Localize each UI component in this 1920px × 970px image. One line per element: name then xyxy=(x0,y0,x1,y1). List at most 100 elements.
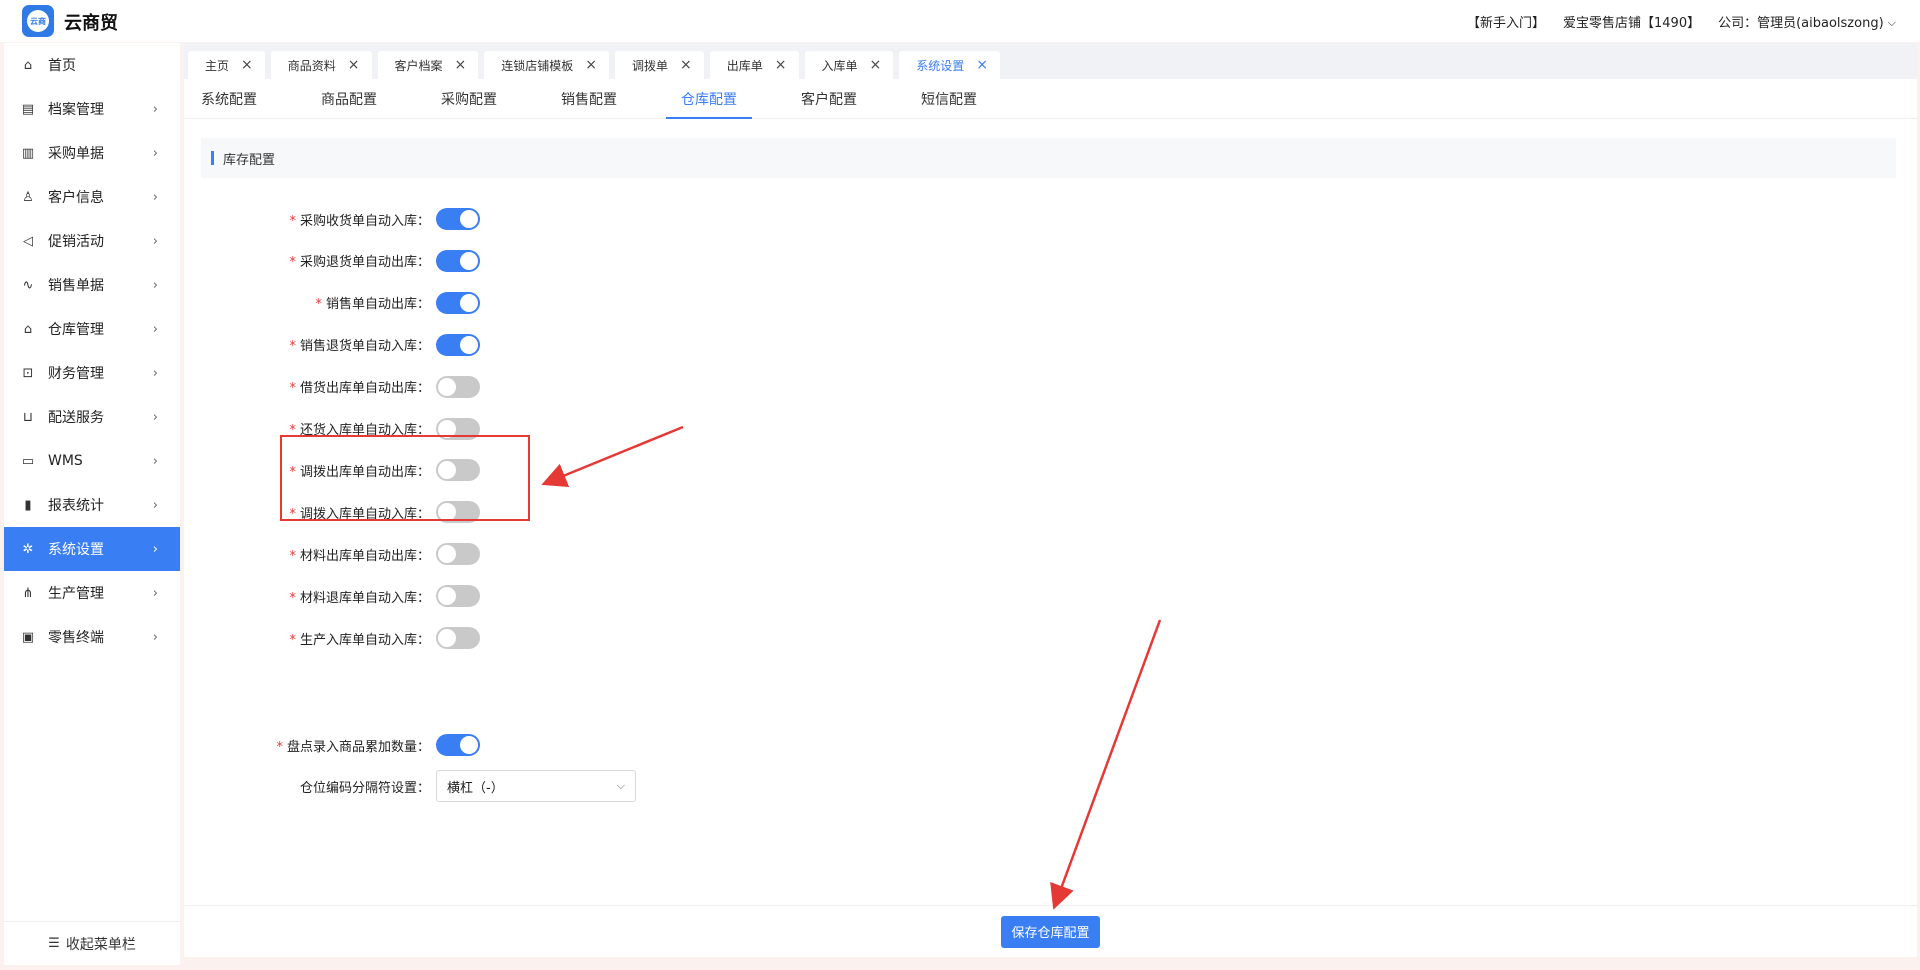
sidebar-item-4[interactable]: ◁ 促销活动 › xyxy=(4,219,180,263)
setting-toggle[interactable] xyxy=(436,249,480,272)
close-icon[interactable]: × xyxy=(680,57,692,73)
section-title: 库存配置 xyxy=(223,152,276,168)
app-logo: 云商 xyxy=(22,5,54,37)
setting-label-text: 采购退货单自动出库： xyxy=(299,255,430,271)
newbie-guide-link[interactable]: 【新手入门】 xyxy=(1467,12,1545,31)
sidebar-item-10[interactable]: ▮ 报表统计 › xyxy=(4,483,180,527)
finance-icon: ⊡ xyxy=(22,365,34,381)
config-subtab[interactable]: 短信配置 xyxy=(921,79,977,118)
setting-row: * 生产入库单自动入库： xyxy=(184,624,480,652)
required-asterisk: * xyxy=(289,632,296,648)
setting-row: * 借货出库单自动出库： xyxy=(184,373,480,401)
sidebar-item-3[interactable]: ♙ 客户信息 › xyxy=(4,175,180,219)
setting-toggle[interactable] xyxy=(436,208,480,230)
setting-toggle[interactable] xyxy=(436,585,480,608)
collapse-menu-label: 收起菜单栏 xyxy=(65,936,136,953)
close-icon[interactable]: × xyxy=(775,57,787,73)
page-tab-label: 出库单 xyxy=(726,58,763,73)
setting-label: * 材料出库单自动出库： xyxy=(184,545,436,564)
setting-label: * 采购收货单自动入库： xyxy=(184,210,436,229)
config-subtab[interactable]: 销售配置 xyxy=(561,79,617,118)
sidebar: ⌂ 首页 ▤ 档案管理 › ▥ 采购单据 › ♙ 客户信息 › ◁ 促销活动 › ∿ 销售单据 › ⌂ 仓库管理 › ⊡… xyxy=(4,43,180,965)
annotation-highlight-box xyxy=(280,435,530,521)
page-tab[interactable]: 连锁店铺模板 × xyxy=(484,51,609,79)
setting-label: * 销售退货单自动入库： xyxy=(184,335,436,354)
page-tab[interactable]: 客户档案 × xyxy=(377,51,479,79)
setting-label-text: 盘点录入商品累加数量： xyxy=(286,739,430,755)
chevron-right-icon: › xyxy=(152,145,158,161)
config-subtab[interactable]: 商品配置 xyxy=(321,79,377,118)
page-tab-label: 商品资料 xyxy=(287,58,336,73)
cart-icon: ⊔ xyxy=(22,409,34,425)
setting-label-text: 材料出库单自动出库： xyxy=(299,548,430,564)
bar-chart-icon: ▮ xyxy=(24,497,32,513)
megaphone-icon: ◁ xyxy=(23,233,33,249)
gear-icon: ✲ xyxy=(22,541,34,557)
setting-toggle[interactable] xyxy=(436,375,480,398)
config-subtab[interactable]: 客户配置 xyxy=(801,79,857,118)
setting-label: * 借货出库单自动出库： xyxy=(184,377,436,396)
archive-icon: ▤ xyxy=(21,101,35,117)
close-icon[interactable]: × xyxy=(241,57,253,73)
sidebar-item-label: 生产管理 xyxy=(48,586,104,602)
page-tab[interactable]: 主页 × xyxy=(188,51,265,79)
setting-toggle[interactable] xyxy=(436,333,480,356)
warehouse-icon: ⌂ xyxy=(23,321,33,337)
separator-select[interactable]: 横杠（-） ⌵ xyxy=(436,770,636,802)
required-asterisk: * xyxy=(276,739,283,755)
truck-icon: ▭ xyxy=(21,453,35,469)
setting-label-text: 销售单自动出库： xyxy=(325,297,430,313)
sidebar-item-label: 档案管理 xyxy=(48,102,104,118)
setting-label-text: 材料退库单自动入库： xyxy=(299,590,430,606)
config-subtab[interactable]: 采购配置 xyxy=(441,79,497,118)
sidebar-item-9[interactable]: ▭ WMS › xyxy=(4,439,180,483)
store-name[interactable]: 爱宝零售店铺【1490】 xyxy=(1563,12,1700,31)
chevron-right-icon: › xyxy=(152,365,158,381)
company-user-menu[interactable]: 公司：管理员(aibaolszong) ⌵ xyxy=(1718,12,1896,31)
sidebar-item-6[interactable]: ⌂ 仓库管理 › xyxy=(4,307,180,351)
chevron-down-icon: ⌵ xyxy=(616,779,625,792)
config-subtab[interactable]: 系统配置 xyxy=(201,79,257,118)
page-tab[interactable]: 调拨单 × xyxy=(615,51,704,79)
close-icon[interactable]: × xyxy=(585,57,597,73)
separator-select-value: 横杠（-） xyxy=(447,780,504,796)
page-tab[interactable]: 出库单 × xyxy=(709,51,799,79)
required-asterisk: * xyxy=(289,255,296,271)
config-subtab[interactable]: 仓库配置 xyxy=(666,79,752,119)
required-asterisk: * xyxy=(289,590,296,606)
setting-row: * 采购收货单自动入库： xyxy=(184,205,480,233)
sidebar-item-5[interactable]: ∿ 销售单据 › xyxy=(4,263,180,307)
page-tabs-bar: 主页 × 商品资料 × 客户档案 × 连锁店铺模板 × 调拨单 × 出库单 × 入库单 × 系统设置 × xyxy=(184,43,1917,79)
setting-toggle[interactable] xyxy=(436,291,480,314)
page-tab[interactable]: 系统设置 × xyxy=(899,51,1000,79)
sidebar-item-1[interactable]: ▤ 档案管理 › xyxy=(4,87,180,131)
chevron-right-icon: › xyxy=(152,233,158,249)
chevron-right-icon: › xyxy=(152,189,158,205)
page-tab[interactable]: 入库单 × xyxy=(804,51,894,79)
page-tab[interactable]: 商品资料 × xyxy=(270,51,372,79)
sidebar-item-0[interactable]: ⌂ 首页 xyxy=(4,43,180,87)
setting-label: * 销售单自动出库： xyxy=(184,293,436,312)
close-icon[interactable]: × xyxy=(348,57,360,73)
sidebar-item-13[interactable]: ▣ 零售终端 › xyxy=(4,615,180,659)
sidebar-item-11[interactable]: ✲ 系统设置 › xyxy=(4,527,180,571)
chevron-right-icon: › xyxy=(152,453,158,469)
setting-toggle[interactable] xyxy=(436,627,480,649)
sidebar-item-12[interactable]: ⋔ 生产管理 › xyxy=(4,571,180,615)
sidebar-item-7[interactable]: ⊡ 财务管理 › xyxy=(4,351,180,395)
sidebar-item-8[interactable]: ⊔ 配送服务 › xyxy=(4,395,180,439)
purchase-doc-icon: ▥ xyxy=(21,145,35,161)
sidebar-item-2[interactable]: ▥ 采购单据 › xyxy=(4,131,180,175)
setting-label-text: 借货出库单自动出库： xyxy=(299,381,430,397)
setting-toggle[interactable] xyxy=(436,734,480,756)
setting-toggle[interactable] xyxy=(436,543,480,566)
collapse-menu-button[interactable]: ☰ 收起菜单栏 xyxy=(4,921,180,965)
close-icon[interactable]: × xyxy=(976,57,988,73)
save-warehouse-config-button[interactable]: 保存仓库配置 xyxy=(1001,915,1100,948)
close-icon[interactable]: × xyxy=(455,57,467,73)
separator-setting-label: 仓位编码分隔符设置： xyxy=(299,780,430,796)
company-user-label: 公司：管理员(aibaolszong) xyxy=(1718,16,1884,31)
setting-label-text: 销售退货单自动入库： xyxy=(299,339,430,355)
sidebar-item-label: WMS xyxy=(48,453,83,469)
close-icon[interactable]: × xyxy=(870,57,882,73)
